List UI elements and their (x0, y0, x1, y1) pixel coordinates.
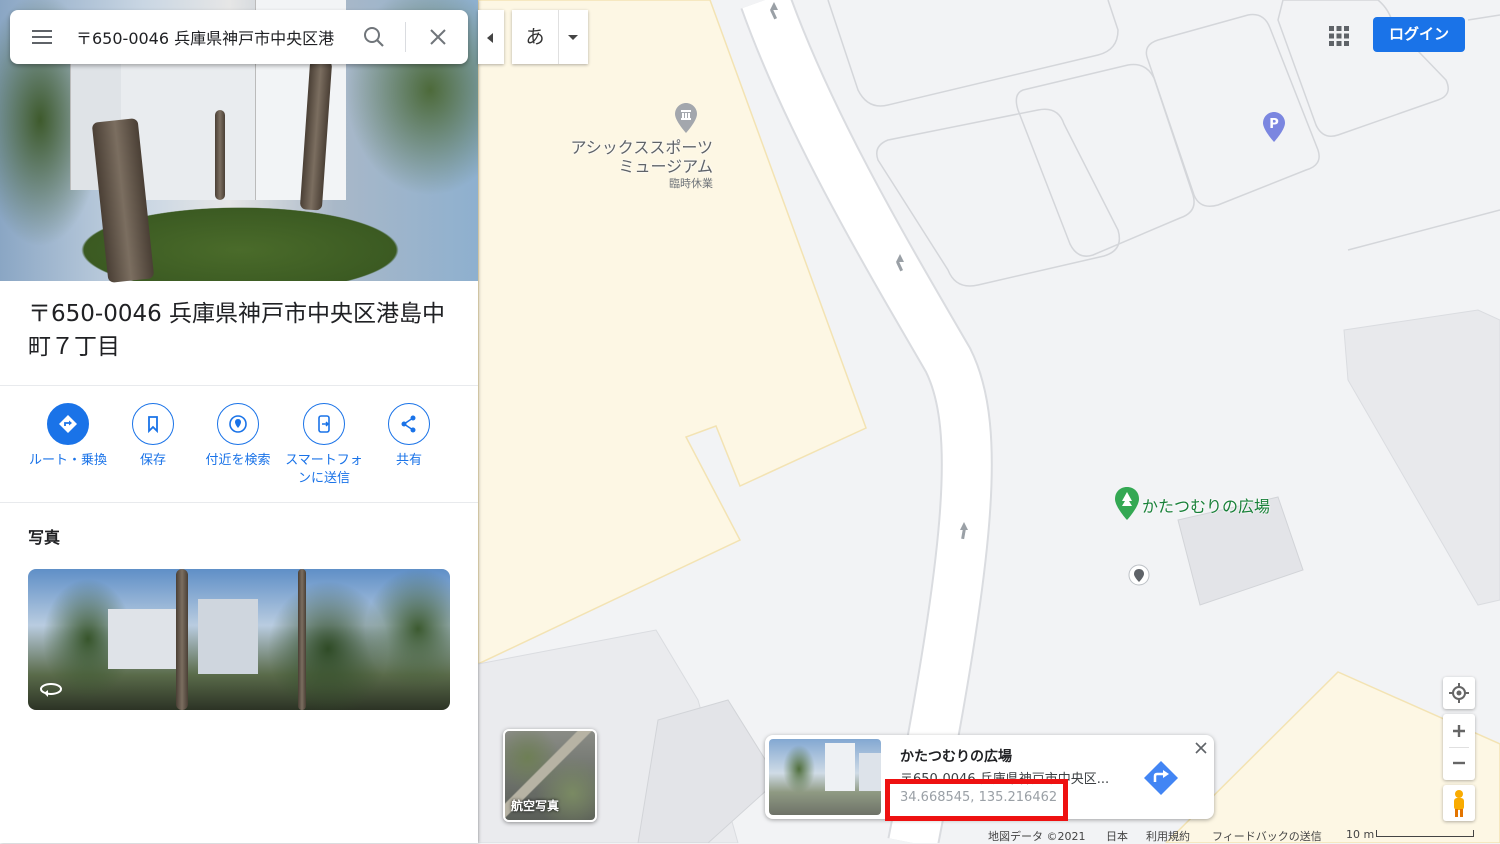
my-location-icon (1449, 683, 1469, 703)
save-circle (132, 403, 174, 445)
chevron-left-icon (487, 33, 493, 43)
dropped-pin-icon (1128, 564, 1150, 586)
collapse-panel-button[interactable] (478, 10, 504, 64)
save-button[interactable]: 保存 (113, 403, 193, 470)
send-phone-label: スマートフォンに送信 (285, 453, 363, 486)
apps-grid-icon[interactable] (1328, 25, 1350, 47)
poi-museum-line2: ミュージアム (618, 157, 713, 176)
share-button[interactable]: 共有 (369, 403, 449, 470)
svg-text:P: P (1269, 117, 1279, 132)
terms-link[interactable]: 利用規約 (1146, 828, 1190, 844)
close-icon[interactable] (426, 25, 450, 49)
poi-museum-line1: アシックススポーツ (570, 138, 713, 157)
divider (0, 385, 478, 386)
send-phone-circle (303, 403, 345, 445)
place-card-address: 〒650-0046 兵庫県神戸市中央区... (900, 772, 1110, 787)
scale-label[interactable]: 10 m (1346, 828, 1374, 841)
directions-icon[interactable] (1143, 760, 1179, 796)
input-tool: あ (512, 10, 588, 64)
park-marker-icon (1115, 487, 1139, 520)
street-view-pegman-button[interactable] (1443, 785, 1475, 821)
save-label: 保存 (139, 453, 166, 468)
zoom-in-button[interactable] (1443, 714, 1475, 747)
divider (0, 502, 478, 503)
place-title: 〒650-0046 兵庫県神戸市中央区港島中町７丁目 (28, 301, 446, 360)
directions-icon (59, 415, 77, 433)
photo-thumbnail[interactable] (28, 569, 450, 710)
plus-icon (1453, 725, 1465, 737)
nearby-circle (217, 403, 259, 445)
zoom-out-button[interactable] (1443, 747, 1475, 780)
map-data-attribution: 地図データ ©2021 (988, 830, 1086, 843)
my-location-button[interactable] (1443, 677, 1475, 709)
country-label: 日本 (1106, 830, 1128, 843)
place-thumbnail[interactable] (769, 739, 881, 815)
place-card-title: かたつむりの広場 (900, 749, 1012, 765)
map-canvas[interactable]: P (478, 0, 1500, 843)
ime-dropdown-button[interactable] (558, 10, 588, 64)
zoom-controls (1443, 714, 1475, 780)
close-icon[interactable] (1193, 740, 1209, 756)
street-view-360-icon (40, 683, 62, 697)
login-button[interactable]: ログイン (1373, 17, 1465, 52)
bookmark-icon (148, 416, 158, 434)
feedback-link[interactable]: フィードバックの送信 (1212, 828, 1322, 844)
aerial-view-toggle[interactable]: 航空写真 (503, 729, 597, 822)
photos-heading: 写真 (28, 528, 61, 547)
share-circle (388, 403, 430, 445)
place-panel: 〒650-0046 兵庫県神戸市中央区港 〒650-0046 兵庫県神戸市中央区… (0, 0, 478, 843)
aerial-view-label: 航空写真 (511, 799, 560, 813)
menu-icon[interactable] (30, 25, 54, 49)
poi-museum-name[interactable]: アシックススポーツ ミュージアム (560, 138, 713, 176)
phone-send-icon (318, 415, 330, 433)
search-nearby-button[interactable]: 付近を検索 (198, 403, 278, 470)
poi-park-label[interactable]: かたつむりの広場 (1142, 493, 1270, 517)
poi-museum-status: 臨時休業 (669, 177, 713, 190)
search-divider (405, 22, 406, 52)
nearby-icon (229, 415, 247, 433)
ime-toggle-button[interactable]: あ (512, 10, 559, 64)
place-info-card[interactable]: かたつむりの広場 〒650-0046 兵庫県神戸市中央区... 34.66854… (765, 735, 1214, 819)
directions-label: ルート・乗換 (28, 453, 107, 468)
pegman-icon (1454, 790, 1464, 817)
search-icon[interactable] (362, 25, 386, 49)
parking-marker-icon: P (1263, 112, 1285, 142)
share-label: 共有 (395, 453, 422, 468)
send-to-phone-button[interactable]: スマートフォンに送信 (284, 403, 364, 488)
scale-bar[interactable] (1376, 830, 1474, 837)
search-input[interactable]: 〒650-0046 兵庫県神戸市中央区港 (76, 25, 348, 49)
share-icon (401, 415, 416, 433)
search-box: 〒650-0046 兵庫県神戸市中央区港 (10, 10, 468, 64)
minus-icon (1453, 761, 1465, 765)
caret-down-icon (568, 35, 578, 40)
nearby-label: 付近を検索 (205, 453, 271, 468)
directions-circle (47, 403, 89, 445)
map-base: P (478, 0, 1500, 843)
directions-button[interactable]: ルート・乗換 (28, 403, 108, 470)
place-card-coordinates: 34.668545, 135.216462 (900, 790, 1058, 805)
